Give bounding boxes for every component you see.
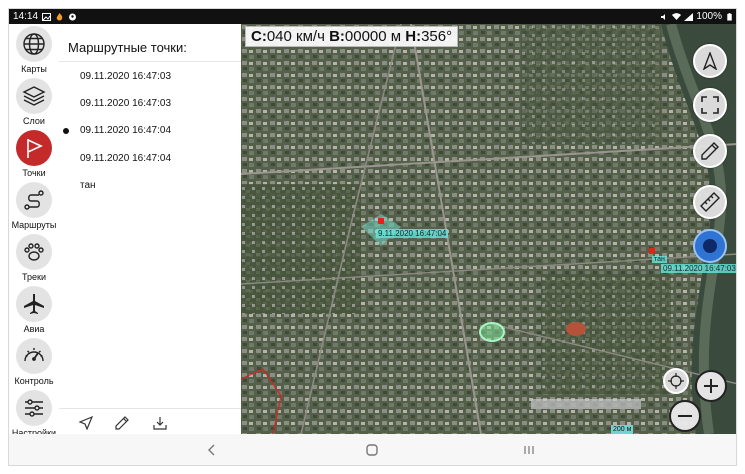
crosshair-icon bbox=[668, 373, 684, 389]
recents-icon bbox=[524, 446, 534, 454]
current-position-icon bbox=[479, 322, 505, 342]
sidebar-item-maps[interactable]: Карты bbox=[9, 26, 59, 78]
zoom-in-button[interactable] bbox=[695, 370, 727, 402]
edit-icon bbox=[115, 416, 129, 430]
back-chevron-icon bbox=[208, 444, 215, 456]
layers-icon bbox=[16, 78, 52, 114]
battery-level: 100% bbox=[696, 11, 722, 22]
sidebar-item-layers[interactable]: Слои bbox=[9, 78, 59, 130]
navigate-button[interactable] bbox=[77, 414, 95, 432]
wifi-icon bbox=[672, 12, 682, 20]
download-button[interactable] bbox=[151, 414, 169, 432]
minus-icon bbox=[678, 415, 692, 417]
fire-icon bbox=[56, 12, 63, 20]
list-item[interactable]: 09.11.2020 16:47:04 bbox=[80, 153, 171, 164]
fullscreen-button[interactable] bbox=[693, 88, 727, 122]
home-circle-icon bbox=[366, 444, 378, 456]
status-time: 14:14 bbox=[13, 11, 39, 22]
paw-icon bbox=[16, 234, 52, 270]
sidebar-item-label: Точки bbox=[22, 168, 46, 178]
sidebar-item-label: Карты bbox=[21, 64, 47, 74]
gauge-icon bbox=[16, 338, 52, 374]
waypoint-label[interactable]: 09.11.2020 16:47:03 bbox=[661, 264, 736, 273]
sidebar-item-label: Треки bbox=[22, 272, 46, 282]
battery-icon bbox=[727, 12, 732, 21]
globe-icon bbox=[16, 26, 52, 62]
list-item[interactable]: 09.11.2020 16:47:04 bbox=[80, 125, 171, 136]
status-bar: 14:14 100% bbox=[9, 9, 736, 24]
system-navigation-bar bbox=[9, 434, 736, 465]
waypoint-flag-icon bbox=[649, 248, 655, 254]
compass-arrow-icon bbox=[702, 52, 718, 70]
fullscreen-icon bbox=[701, 96, 719, 114]
list-item[interactable]: тан bbox=[80, 180, 96, 191]
mute-icon bbox=[661, 13, 666, 20]
panel-toolbar bbox=[59, 408, 241, 434]
sidebar-item-control[interactable]: Контроль bbox=[9, 338, 59, 390]
draw-button[interactable] bbox=[693, 134, 727, 168]
sidebar: Карты Слои Точки Маршруты Треки Авиа Кон… bbox=[9, 24, 59, 438]
sidebar-item-avia[interactable]: Авиа bbox=[9, 286, 59, 338]
selected-dot-icon bbox=[63, 128, 69, 134]
map-view[interactable]: С:040 км/ч В:00000 м Н:356° 9.11.2020 16… bbox=[241, 24, 736, 434]
flag-icon bbox=[16, 130, 52, 166]
waypoint-label[interactable]: 9.11.2020 16:47:04 bbox=[376, 229, 449, 238]
scale-bar: 200 м bbox=[611, 425, 634, 434]
sidebar-item-label: Авиа bbox=[23, 324, 45, 334]
back-button[interactable] bbox=[204, 442, 220, 458]
panel-title: Маршрутные точки: bbox=[68, 40, 187, 55]
ruler-icon bbox=[700, 192, 720, 212]
satellite-map-image bbox=[241, 24, 736, 434]
route-icon bbox=[16, 182, 52, 218]
speed-altitude-heading-readout: С:040 км/ч В:00000 м Н:356° bbox=[245, 26, 459, 47]
sliders-icon bbox=[16, 390, 52, 426]
sidebar-item-label: Маршруты bbox=[11, 220, 57, 230]
airplane-icon bbox=[16, 286, 52, 322]
list-item[interactable]: 09.11.2020 16:47:03 bbox=[80, 71, 171, 82]
recents-button[interactable] bbox=[521, 442, 537, 458]
gps-dot-icon bbox=[703, 239, 717, 253]
sidebar-item-label: Слои bbox=[23, 116, 45, 126]
gps-location-button[interactable] bbox=[693, 229, 727, 263]
sidebar-item-routes[interactable]: Маршруты bbox=[9, 182, 59, 234]
edit-button[interactable] bbox=[113, 414, 131, 432]
waypoint-flag-icon bbox=[378, 218, 384, 224]
compass-button[interactable] bbox=[693, 44, 727, 78]
divider bbox=[59, 61, 241, 62]
ruler-button[interactable] bbox=[693, 185, 727, 219]
signal-icon bbox=[684, 12, 694, 21]
zoom-out-button[interactable] bbox=[669, 400, 701, 432]
waypoints-panel: Маршрутные точки: 09.11.2020 16:47:03 09… bbox=[59, 24, 241, 434]
sidebar-item-tracks[interactable]: Треки bbox=[9, 234, 59, 286]
home-button[interactable] bbox=[364, 442, 380, 458]
waypoint-label[interactable]: тан bbox=[652, 256, 667, 263]
device-screen: 14:14 100% Карты Слои Точки Маршруты Тре… bbox=[8, 8, 737, 466]
plus-icon bbox=[704, 379, 718, 393]
shield-icon bbox=[69, 13, 77, 20]
locate-target-button[interactable] bbox=[663, 368, 689, 394]
sidebar-item-points[interactable]: Точки bbox=[9, 130, 59, 182]
pencil-icon bbox=[701, 142, 719, 160]
sidebar-item-label: Контроль bbox=[14, 376, 54, 386]
list-item[interactable]: 09.11.2020 16:47:03 bbox=[80, 98, 171, 109]
gallery-icon bbox=[42, 12, 52, 21]
download-icon bbox=[153, 417, 167, 430]
navigate-icon bbox=[79, 416, 93, 430]
